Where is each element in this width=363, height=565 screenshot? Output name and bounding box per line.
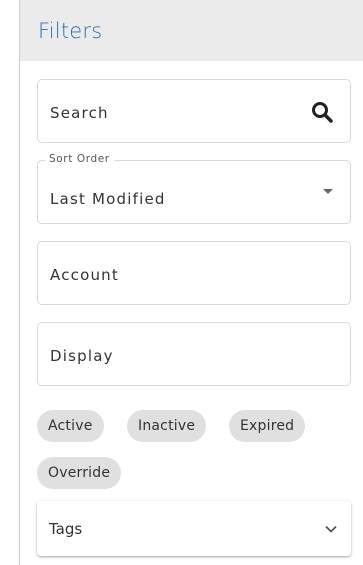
- filters-panel: Filters Search Sort Order Last Modified …: [19, 0, 363, 565]
- sort-order-value[interactable]: Last Modified: [50, 190, 166, 208]
- panel-header: Filters: [20, 0, 363, 61]
- display-field[interactable]: Display: [37, 322, 351, 386]
- search-icon[interactable]: [310, 100, 334, 124]
- display-input[interactable]: Display: [50, 347, 114, 365]
- tags-label: Tags: [49, 520, 83, 538]
- search-input[interactable]: Search: [50, 104, 109, 122]
- tags-dropdown[interactable]: Tags: [37, 501, 351, 556]
- sort-order-select[interactable]: Sort Order Last Modified: [37, 153, 351, 224]
- caret-down-icon[interactable]: [323, 189, 333, 194]
- status-chip-inactive[interactable]: Inactive: [127, 410, 207, 442]
- status-chip-active[interactable]: Active: [37, 410, 104, 442]
- status-chip-expired[interactable]: Expired: [229, 410, 306, 442]
- status-chip-override[interactable]: Override: [37, 457, 122, 489]
- account-field[interactable]: Account: [37, 241, 351, 305]
- panel-title: Filters: [38, 19, 103, 43]
- search-field[interactable]: Search: [37, 79, 351, 143]
- sort-order-label: Sort Order: [45, 153, 114, 165]
- account-input[interactable]: Account: [50, 266, 119, 284]
- chevron-down-icon[interactable]: [325, 525, 337, 533]
